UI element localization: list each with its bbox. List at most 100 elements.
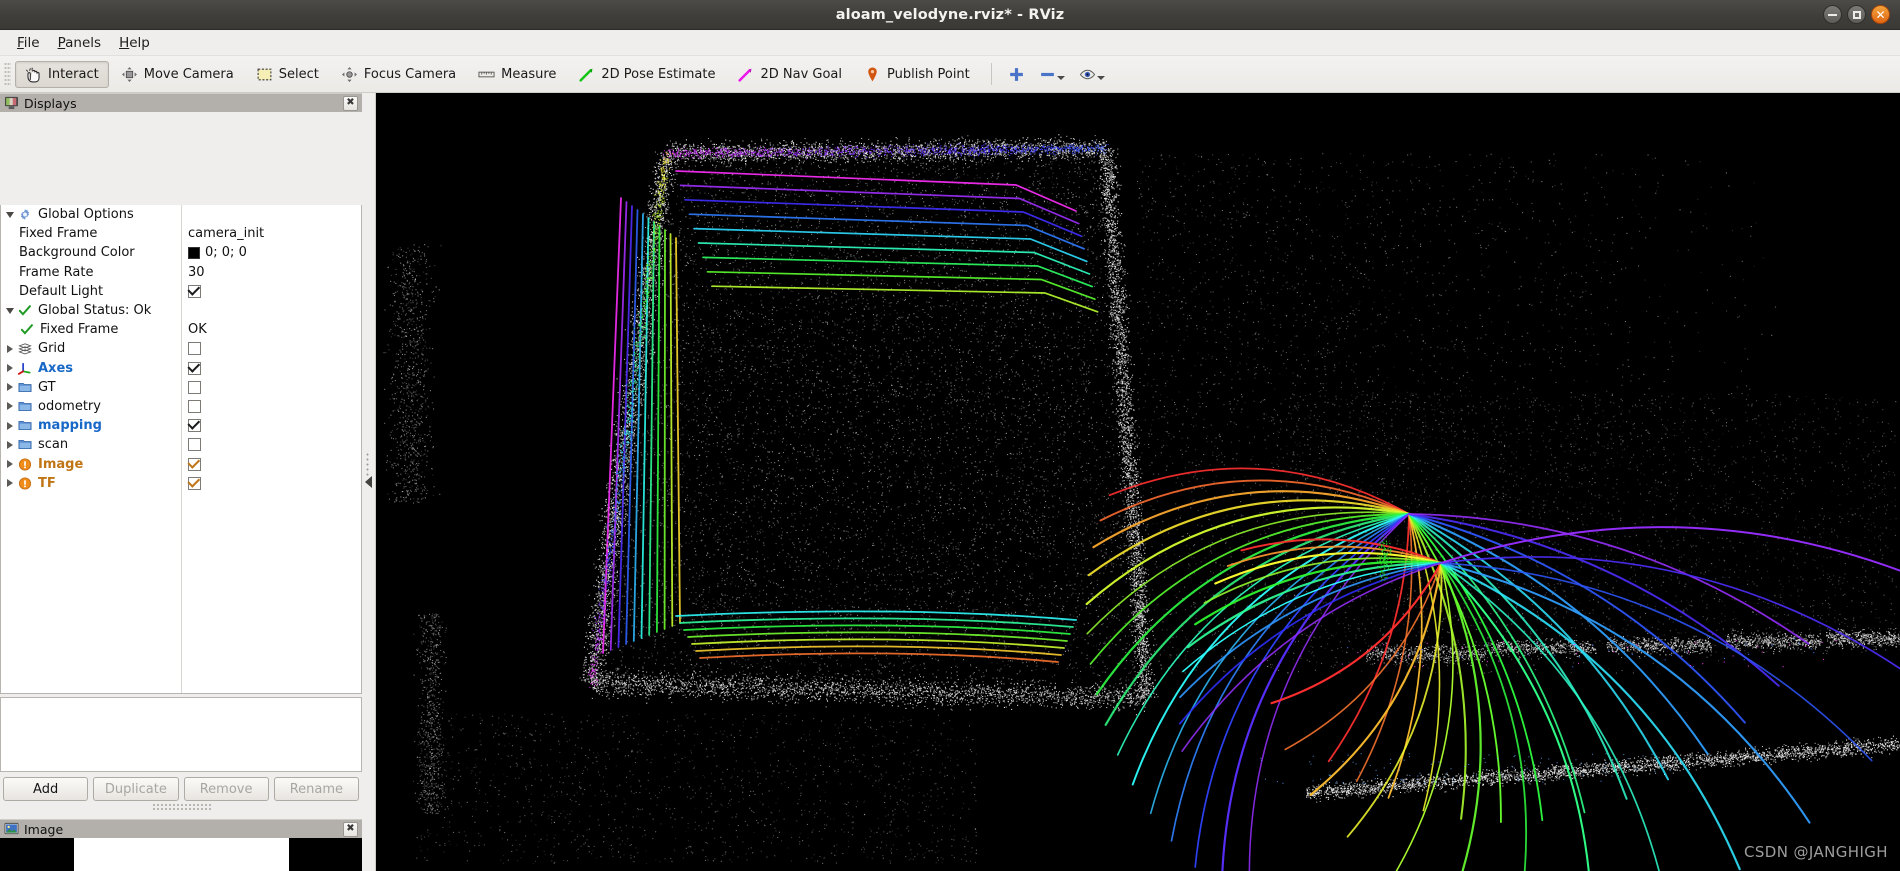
tree-row-odometry[interactable]: odometry bbox=[1, 397, 361, 416]
tree-row-status-fixed-frame[interactable]: Fixed Frame OK bbox=[1, 320, 361, 339]
menu-panels-label-rest: anels bbox=[65, 35, 101, 51]
checkbox-axes[interactable] bbox=[188, 362, 201, 375]
tree-row-fixed-frame[interactable]: Fixed Frame camera_init bbox=[1, 224, 361, 243]
displays-tree[interactable]: Global Options Fixed Frame camera_init B… bbox=[0, 205, 362, 694]
tree-label-background-color: Background Color bbox=[19, 245, 135, 260]
menu-bar: File Panels Help bbox=[0, 30, 1900, 56]
move-camera-icon bbox=[121, 66, 138, 83]
tree-row-background-color[interactable]: Background Color 0; 0; 0 bbox=[1, 243, 361, 262]
tree-row-frame-rate[interactable]: Frame Rate 30 bbox=[1, 263, 361, 282]
tree-label-global-options: Global Options bbox=[38, 207, 134, 222]
checkbox-tf[interactable] bbox=[188, 477, 201, 490]
tree-label-status-fixed-frame: Fixed Frame bbox=[40, 322, 118, 337]
tool-move-camera[interactable]: Move Camera bbox=[111, 61, 244, 88]
title-bar: aloam_velodyne.rviz* - RViz ✕ bbox=[0, 0, 1900, 30]
plus-icon bbox=[1008, 66, 1025, 83]
tree-value-fixed-frame[interactable]: camera_init bbox=[188, 224, 264, 243]
zoom-out-button[interactable] bbox=[1032, 66, 1072, 83]
rename-button[interactable]: Rename bbox=[274, 777, 359, 801]
twisty-collapsed-icon-image[interactable] bbox=[3, 457, 17, 471]
tool-measure[interactable]: Measure bbox=[468, 61, 566, 88]
tree-row-mapping[interactable]: mapping bbox=[1, 416, 361, 435]
twisty-collapsed-icon-scan[interactable] bbox=[3, 438, 17, 452]
image-panel-header: Image ✖ bbox=[0, 819, 362, 838]
checkbox-scan[interactable] bbox=[188, 438, 201, 451]
folder-icon bbox=[17, 380, 33, 395]
twisty-collapsed-icon-tf[interactable] bbox=[3, 476, 17, 490]
tree-label-fixed-frame: Fixed Frame bbox=[19, 226, 97, 241]
tree-row-tf[interactable]: TF bbox=[1, 474, 361, 493]
remove-button[interactable]: Remove bbox=[184, 777, 269, 801]
tree-row-scan[interactable]: scan bbox=[1, 435, 361, 454]
toolbar-grip[interactable] bbox=[4, 62, 11, 86]
twisty-expanded-icon-2[interactable] bbox=[3, 304, 17, 318]
focus-camera-icon bbox=[341, 66, 358, 83]
check-icon-2 bbox=[19, 322, 35, 337]
panel-splitter-handle[interactable] bbox=[152, 803, 212, 810]
tree-row-global-status[interactable]: Global Status: Ok bbox=[1, 301, 361, 320]
checkbox-grid[interactable] bbox=[188, 342, 201, 355]
tree-value-frame-rate[interactable]: 30 bbox=[188, 263, 205, 282]
chevron-down-icon[interactable] bbox=[1057, 76, 1065, 80]
chevron-down-icon-2[interactable] bbox=[1097, 76, 1105, 80]
checkbox-gt[interactable] bbox=[188, 381, 201, 394]
zoom-in-button[interactable] bbox=[1001, 66, 1032, 83]
window-title: aloam_velodyne.rviz* - RViz bbox=[836, 7, 1065, 23]
tool-focus-camera[interactable]: Focus Camera bbox=[331, 61, 466, 88]
twisty-collapsed-icon-mapping[interactable] bbox=[3, 419, 17, 433]
tool-select[interactable]: Select bbox=[246, 61, 329, 88]
tree-row-grid[interactable]: Grid bbox=[1, 339, 361, 358]
tree-row-image[interactable]: Image bbox=[1, 454, 361, 473]
checkbox-odometry[interactable] bbox=[188, 400, 201, 413]
tree-row-gt[interactable]: GT bbox=[1, 378, 361, 397]
watermark-text: CSDN @JANGHIGH bbox=[1744, 843, 1888, 861]
tool-move-camera-label: Move Camera bbox=[144, 67, 234, 82]
tree-value-gt bbox=[188, 378, 201, 397]
minimize-button[interactable] bbox=[1823, 5, 1842, 24]
dock-handle-dots bbox=[366, 452, 369, 478]
checkbox-mapping[interactable] bbox=[188, 419, 201, 432]
twisty-collapsed-icon-axes[interactable] bbox=[3, 361, 17, 375]
menu-file[interactable]: File bbox=[8, 32, 49, 54]
add-button[interactable]: Add bbox=[3, 777, 88, 801]
tree-label-image: Image bbox=[38, 457, 83, 472]
image-panel-close-button[interactable]: ✖ bbox=[343, 822, 358, 837]
twisty-collapsed-icon-odometry[interactable] bbox=[3, 399, 17, 413]
maximize-button[interactable] bbox=[1847, 5, 1866, 24]
warning-icon-2 bbox=[17, 476, 33, 491]
twisty-collapsed-icon-gt[interactable] bbox=[3, 380, 17, 394]
visibility-button[interactable] bbox=[1072, 66, 1112, 83]
close-button[interactable]: ✕ bbox=[1871, 5, 1890, 24]
close-icon: ✖ bbox=[346, 98, 354, 108]
warning-icon bbox=[17, 457, 33, 472]
hand-cursor-icon bbox=[25, 66, 42, 83]
tree-label-axes: Axes bbox=[38, 361, 73, 376]
tool-2d-pose-estimate[interactable]: 2D Pose Estimate bbox=[568, 61, 725, 88]
tool-interact-label: Interact bbox=[48, 67, 99, 82]
render-viewport-3d[interactable]: CSDN @JANGHIGH bbox=[376, 93, 1900, 871]
displays-panel-close-button[interactable]: ✖ bbox=[343, 96, 358, 111]
tree-row-axes[interactable]: Axes bbox=[1, 359, 361, 378]
tree-value-background-color[interactable]: 0; 0; 0 bbox=[188, 243, 247, 262]
tool-interact[interactable]: Interact bbox=[15, 61, 109, 88]
tool-bar: Interact Move Camera Select Focus Camera bbox=[0, 56, 1900, 93]
tree-row-default-light[interactable]: Default Light bbox=[1, 282, 361, 301]
twisty-expanded-icon[interactable] bbox=[3, 208, 17, 222]
menu-panels[interactable]: Panels bbox=[49, 32, 110, 54]
tool-publish-point[interactable]: Publish Point bbox=[854, 61, 980, 88]
checkbox-default-light[interactable] bbox=[188, 285, 201, 298]
duplicate-button[interactable]: Duplicate bbox=[93, 777, 178, 801]
menu-help-label-rest: elp bbox=[129, 35, 150, 51]
twisty-collapsed-icon-grid[interactable] bbox=[3, 342, 17, 356]
tool-select-label: Select bbox=[279, 67, 319, 82]
tool-2d-nav-goal[interactable]: 2D Nav Goal bbox=[727, 61, 852, 88]
point-cloud-render bbox=[376, 93, 1900, 871]
tree-row-global-options[interactable]: Global Options bbox=[1, 205, 361, 224]
dock-collapse-handle[interactable] bbox=[362, 93, 376, 871]
tool-2d-nav-goal-label: 2D Nav Goal bbox=[760, 67, 842, 82]
image-panel-title: Image bbox=[24, 822, 63, 837]
menu-help[interactable]: Help bbox=[110, 32, 159, 54]
tool-focus-camera-label: Focus Camera bbox=[364, 67, 456, 82]
checkbox-image[interactable] bbox=[188, 458, 201, 471]
displays-button-row: Add Duplicate Remove Rename bbox=[0, 777, 362, 803]
